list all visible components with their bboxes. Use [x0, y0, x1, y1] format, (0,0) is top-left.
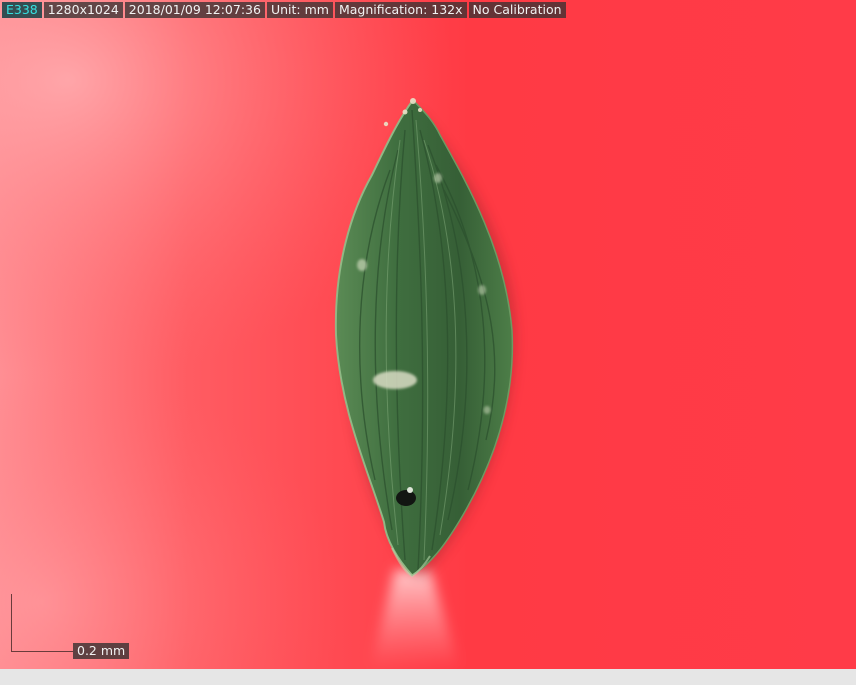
- microscope-image-viewport: E338 1280x1024 2018/01/09 12:07:36 Unit:…: [0, 0, 856, 669]
- magnification-label: Magnification: 132x: [334, 2, 467, 18]
- bottom-status-strip: [0, 669, 856, 685]
- debris-speck-small-3: [478, 285, 486, 295]
- scale-bar: 0.2 mm: [11, 594, 130, 660]
- scale-bar-vertical-line: [11, 594, 12, 652]
- scale-bar-horizontal-line: [11, 651, 73, 652]
- datetime-label: 2018/01/09 12:07:36: [124, 2, 265, 18]
- resolution-label: 1280x1024: [43, 2, 123, 18]
- debris-speck-small: [357, 259, 367, 271]
- microscope-image: [0, 0, 856, 669]
- debris-speck-large: [373, 371, 417, 389]
- debris-speck-small-2: [434, 173, 442, 183]
- debris-speck-small-4: [483, 406, 491, 414]
- calibration-label: No Calibration: [468, 2, 566, 18]
- info-overlay-bar: E338 1280x1024 2018/01/09 12:07:36 Unit:…: [2, 2, 566, 18]
- scale-bar-label: 0.2 mm: [73, 643, 130, 659]
- camera-id-label: E338: [2, 2, 42, 18]
- unit-label: Unit: mm: [266, 2, 333, 18]
